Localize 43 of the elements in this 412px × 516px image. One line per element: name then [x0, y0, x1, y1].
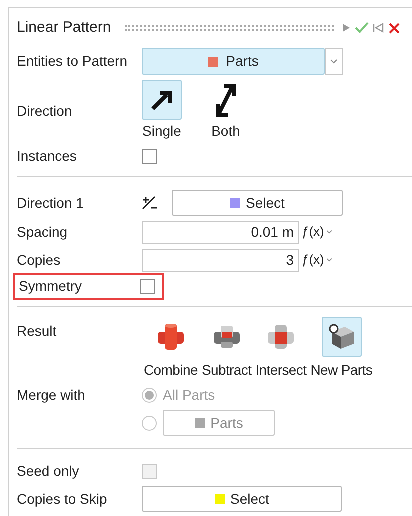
field-label: Spacing — [17, 222, 69, 242]
field-label: Direction — [17, 102, 74, 120]
field-label: Copies — [17, 250, 62, 270]
formula-button[interactable]: ƒ(x) — [302, 250, 334, 270]
option-label: Subtract — [200, 361, 253, 380]
option-label: New Parts — [310, 361, 374, 380]
option-label: Both — [212, 122, 240, 141]
chevron-down-icon — [326, 258, 334, 262]
checkbox[interactable] — [142, 148, 157, 164]
field-label: Copies to Skip — [17, 490, 108, 509]
entities-selector[interactable]: Parts — [142, 48, 325, 75]
check-icon[interactable] — [355, 22, 369, 34]
chevron-down-icon — [326, 230, 334, 234]
skip-back-icon[interactable] — [373, 23, 384, 33]
field-label: Merge with — [17, 386, 86, 405]
arrow-icon — [150, 88, 174, 112]
option-label: Intersect — [254, 361, 308, 380]
combine-shape-icon — [156, 322, 186, 352]
play-icon[interactable] — [342, 23, 351, 33]
number-field[interactable]: 0.01 m — [142, 220, 299, 244]
checkbox[interactable] — [140, 279, 155, 294]
intersect-shape-icon — [266, 322, 296, 352]
panel-title: Linear Pattern — [17, 18, 112, 38]
number-field[interactable]: 3 — [142, 248, 299, 272]
selector-button[interactable]: Select — [172, 190, 343, 216]
selector-button[interactable]: Select — [142, 486, 342, 512]
field-label: Instances — [17, 146, 78, 166]
close-icon[interactable] — [389, 22, 400, 34]
chevron-down-icon — [330, 59, 338, 64]
field-label: Direction 1 — [17, 194, 85, 212]
field-label: Result — [17, 322, 58, 341]
cube-icon — [326, 322, 357, 352]
result-option[interactable] — [322, 317, 362, 357]
field-label: Entities to Pattern — [17, 52, 129, 71]
drag-handle[interactable] — [125, 25, 334, 31]
plus-minus-icon[interactable] — [142, 196, 158, 210]
formula-button[interactable]: ƒ(x) — [302, 222, 334, 242]
field-label: Seed only — [17, 462, 80, 481]
option-label: Combine — [143, 361, 199, 380]
direction-option[interactable] — [142, 80, 182, 120]
field-label: Symmetry — [19, 277, 83, 296]
radio-label: All Parts — [163, 386, 216, 405]
option-label: Single — [142, 122, 182, 141]
